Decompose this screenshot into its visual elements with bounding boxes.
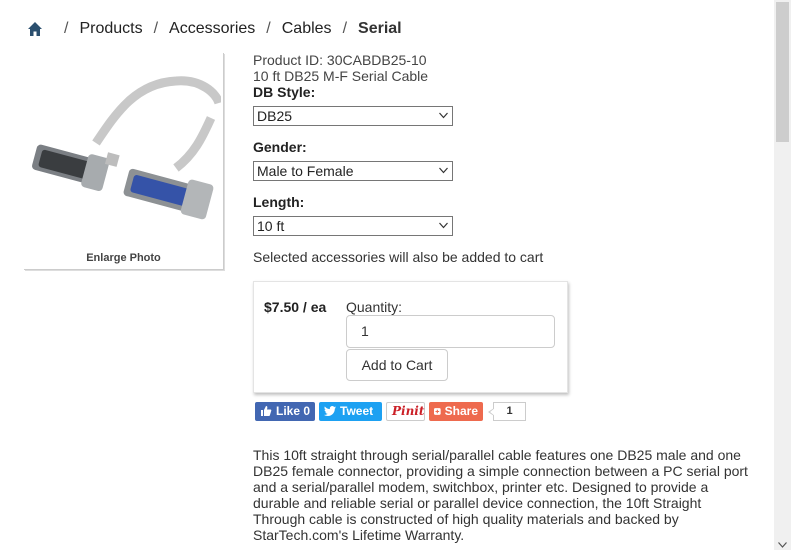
product-id: Product ID: 30CABDB25-10 (253, 52, 427, 68)
chevron-down-icon (439, 222, 448, 229)
breadcrumb-cables-link[interactable]: Cables (282, 20, 332, 38)
scrollbar-thumb[interactable] (776, 2, 789, 142)
breadcrumb-separator: / (342, 20, 348, 37)
facebook-like-label: Like 0 (275, 404, 311, 418)
social-share-bar: Like 0 Tweet Pinit Share 1 (255, 401, 526, 421)
plus-square-icon (434, 407, 441, 415)
db-style-value: DB25 (257, 108, 293, 124)
chevron-down-icon (439, 112, 448, 119)
page-scrollbar[interactable] (774, 0, 791, 550)
share-label: Share (444, 404, 478, 418)
gender-select[interactable]: Male to Female (253, 161, 453, 181)
length-select[interactable]: 10 ft (253, 216, 453, 236)
breadcrumb-separator: / (153, 20, 159, 37)
home-icon[interactable] (27, 21, 43, 37)
gender-value: Male to Female (257, 163, 354, 179)
gender-label: Gender: (253, 139, 307, 155)
quantity-input[interactable]: 1 (346, 315, 555, 348)
add-to-cart-button[interactable]: Add to Cart (346, 349, 448, 381)
add-to-cart-card: $7.50 / ea Quantity: 1 Add to Cart (253, 281, 568, 393)
breadcrumb: / Products / Accessories / Cables / Seri… (27, 19, 402, 39)
scroll-down-arrow-icon[interactable] (778, 542, 787, 548)
breadcrumb-accessories-link[interactable]: Accessories (169, 20, 255, 38)
length-value: 10 ft (257, 218, 285, 234)
twitter-tweet-button[interactable]: Tweet (319, 401, 382, 421)
product-photo-box[interactable]: Enlarge Photo (24, 53, 224, 270)
accessories-note: Selected accessories will also be added … (253, 249, 544, 265)
breadcrumb-separator: / (64, 20, 69, 37)
product-description: This 10ft straight through serial/parall… (253, 447, 748, 543)
db-style-select[interactable]: DB25 (253, 106, 453, 126)
twitter-tweet-label: Tweet (340, 404, 374, 418)
breadcrumb-current: Serial (358, 20, 402, 37)
facebook-like-button[interactable]: Like 0 (255, 401, 315, 421)
db-style-label: DB Style: (253, 84, 316, 100)
breadcrumb-products-link[interactable]: Products (79, 20, 142, 38)
breadcrumb-separator: / (266, 20, 271, 37)
product-photo[interactable] (26, 73, 221, 243)
facebook-thumb-icon (260, 406, 272, 416)
pinterest-pinit-button[interactable]: Pinit (386, 401, 425, 421)
unit-price: $7.50 / ea (264, 299, 327, 315)
chevron-down-icon (439, 167, 448, 174)
share-count: 1 (488, 401, 526, 421)
twitter-bird-icon (324, 405, 336, 416)
quantity-label: Quantity: (346, 299, 403, 315)
share-button[interactable]: Share (429, 401, 483, 421)
enlarge-photo-link[interactable]: Enlarge Photo (24, 252, 223, 264)
product-title: 10 ft DB25 M-F Serial Cable (253, 68, 429, 84)
product-info: Product ID: 30CABDB25-10 10 ft DB25 M-F … (253, 52, 428, 84)
length-label: Length: (253, 194, 305, 210)
